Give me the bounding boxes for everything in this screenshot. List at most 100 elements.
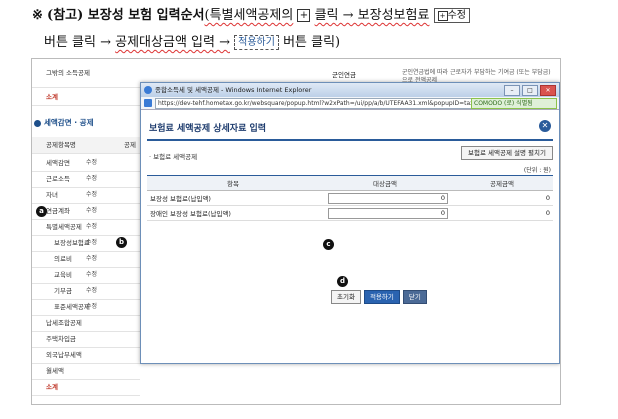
edit-button[interactable]: 수정 bbox=[86, 171, 97, 187]
col-header-2: 공제 bbox=[124, 141, 136, 149]
target-amount-input[interactable]: 0 bbox=[328, 192, 448, 204]
bg-row-label: 기부금 bbox=[54, 287, 72, 295]
bg-row-other-deduction: 그밖의 소득공제 bbox=[32, 67, 140, 88]
edit-button[interactable]: 수정 bbox=[86, 267, 97, 283]
instruction-text-1a: (특별세액공제의 bbox=[204, 8, 294, 23]
table-row: 특별세액공제 수정 bbox=[32, 219, 140, 236]
target-cell: 0 bbox=[319, 205, 451, 221]
bg-row-label: 교육비 bbox=[54, 271, 72, 279]
target-cell: 0 bbox=[319, 190, 451, 206]
edit-button[interactable]: 수정 bbox=[86, 251, 97, 267]
plus-small-icon: + bbox=[437, 10, 448, 21]
unit-label: (단위 : 원) bbox=[523, 167, 551, 174]
instruction-text-2b: 공제대상금액 입력 → bbox=[115, 35, 230, 50]
address-bar: https://dev-tehf.hometax.go.kr/websquare… bbox=[141, 97, 559, 110]
table-row: 장애인 보장성 보험료(납입액) 0 0 bbox=[147, 205, 553, 221]
edit-button[interactable]: 수정 bbox=[86, 299, 97, 315]
bg-row-label: 주택차입금 bbox=[46, 335, 76, 343]
bg-row-label: 그밖의 소득공제 bbox=[46, 69, 90, 77]
subtotal-label: 소계 bbox=[46, 93, 58, 101]
title-divider bbox=[147, 139, 553, 141]
background-sidebar: 그밖의 소득공제 소계 세액감면 · 공제 공제항목명 공제 세액감면 수정 근로소… bbox=[32, 59, 140, 404]
instruction-text-2c: 버튼 클릭) bbox=[283, 35, 341, 50]
bg-row-label: 특별세액공제 bbox=[46, 223, 82, 231]
certificate-badge[interactable]: COMODO (로) 식별됨 bbox=[471, 98, 557, 109]
table-row: 월세액 bbox=[32, 363, 140, 380]
edit-button[interactable]: 수정 bbox=[86, 283, 97, 299]
instruction-text-2a: 버튼 클릭 → bbox=[44, 35, 111, 50]
instruction-text-1b: 클릭 → 보장성보험료 bbox=[314, 8, 430, 23]
header-item: 항목 bbox=[147, 175, 319, 191]
edit-button[interactable]: 수정 bbox=[86, 219, 97, 235]
bg-row-label: 근로소득 bbox=[46, 175, 70, 183]
subsection-title: · 보험료 세액공제 bbox=[149, 153, 198, 161]
instruction-line-2: 버튼 클릭 → 공제대상금액 입력 → 적용하기 버튼 클릭) bbox=[44, 31, 340, 50]
marker-b: b bbox=[116, 237, 127, 248]
bg-row-label: 연금계좌 bbox=[46, 207, 70, 215]
target-amount-input[interactable]: 0 bbox=[328, 207, 448, 219]
table-row: 연금계좌 수정 bbox=[32, 203, 140, 220]
header-target: 대상금액 bbox=[319, 175, 451, 191]
bg-row-label: 표준세액공제 bbox=[54, 303, 90, 311]
bg-header-row: 공제항목명 공제 bbox=[32, 137, 140, 154]
edit-button-sample: + 수정 bbox=[433, 8, 470, 23]
marker-c: c bbox=[323, 239, 334, 250]
apply-button[interactable]: 적용하기 bbox=[363, 290, 400, 304]
table-row: 보장성 보험료(납입액) 0 0 bbox=[147, 190, 553, 206]
window-title: 종합소득세 및 세액공제 - Windows Internet Explorer bbox=[155, 86, 312, 94]
window-controls: – □ ✕ bbox=[504, 85, 556, 96]
bg-row-label: 의료비 bbox=[54, 255, 72, 263]
marker-d: d bbox=[337, 276, 348, 287]
table-row: 교육비 수정 bbox=[32, 267, 140, 284]
deduct-value: 0 bbox=[451, 190, 553, 206]
right-header-label: 군인연금 bbox=[332, 71, 356, 79]
expand-guide-button[interactable]: 보험료 세액공제 설명 펼치기 bbox=[461, 146, 553, 160]
bullet-icon bbox=[34, 119, 41, 127]
header-deduct: 공제금액 bbox=[451, 175, 553, 191]
bg-row-label: 소계 bbox=[46, 383, 58, 391]
close-button[interactable]: 닫기 bbox=[402, 290, 427, 304]
table-header-row: 항목 대상금액 공제금액 bbox=[147, 175, 553, 191]
maximize-button[interactable]: □ bbox=[522, 85, 538, 96]
edit-button[interactable]: 수정 bbox=[86, 203, 97, 219]
table-row: 기부금 수정 bbox=[32, 283, 140, 300]
popup-title: 보험료 세액공제 상세자료 입력 bbox=[149, 124, 267, 134]
table-row: 외국납부세액 bbox=[32, 347, 140, 364]
popup-window: 종합소득세 및 세액공제 - Windows Internet Explorer… bbox=[140, 82, 560, 364]
reset-button[interactable]: 초기화 bbox=[331, 290, 361, 304]
close-icon[interactable]: ✕ bbox=[539, 120, 551, 132]
page-icon bbox=[144, 99, 152, 107]
window-titlebar: 종합소득세 및 세액공제 - Windows Internet Explorer… bbox=[141, 83, 559, 97]
row-item: 보장성 보험료(납입액) bbox=[147, 190, 319, 206]
minimize-button[interactable]: – bbox=[504, 85, 520, 96]
deduction-table: 항목 대상금액 공제금액 보장성 보험료(납입액) 0 0 장애인 보장성 보험… bbox=[147, 175, 553, 221]
close-window-button[interactable]: ✕ bbox=[540, 85, 556, 96]
bg-row-label: 외국납부세액 bbox=[46, 351, 82, 359]
row-item: 장애인 보장성 보험료(납입액) bbox=[147, 205, 319, 221]
table-row: 의료비 수정 bbox=[32, 251, 140, 268]
action-buttons: 초기화 적용하기 닫기 bbox=[331, 290, 427, 304]
table-row: 근로소득 수정 bbox=[32, 171, 140, 188]
edit-button[interactable]: 수정 bbox=[86, 155, 97, 171]
col-header-1: 공제항목명 bbox=[46, 141, 76, 149]
instruction-line-1: ※ (참고) 보장성 보험 입력순서(특별세액공제의 + 클릭 → 보장성보험료… bbox=[32, 4, 470, 23]
table-row: 소계 bbox=[32, 379, 140, 396]
bg-row-label: 납세조합공제 bbox=[46, 319, 82, 327]
edit-button[interactable]: 수정 bbox=[86, 235, 97, 251]
bg-row-label: 세액감면 bbox=[46, 159, 70, 167]
bg-row-label: 보장성보험료 bbox=[54, 239, 90, 247]
edit-button[interactable]: 수정 bbox=[86, 187, 97, 203]
deduct-value: 0 bbox=[451, 205, 553, 221]
section-title: 세액감면 · 공제 bbox=[34, 117, 93, 128]
embedded-screenshot: 그밖의 소득공제 소계 세액감면 · 공제 공제항목명 공제 세액감면 수정 근로소… bbox=[31, 58, 561, 405]
bg-row-subtotal: 소계 bbox=[32, 89, 140, 106]
table-row: 납세조합공제 bbox=[32, 315, 140, 332]
table-row: 자녀 수정 bbox=[32, 187, 140, 204]
reference-mark: ※ bbox=[32, 8, 43, 23]
table-row: 표준세액공제 수정 bbox=[32, 299, 140, 316]
instruction-heading: (참고) 보장성 보험 입력순서 bbox=[47, 8, 205, 23]
bg-row-label: 월세액 bbox=[46, 367, 64, 375]
url-field[interactable]: https://dev-tehf.hometax.go.kr/websquare… bbox=[155, 98, 473, 109]
table-row: 세액감면 수정 bbox=[32, 155, 140, 172]
apply-button-sample: 적용하기 bbox=[234, 35, 279, 50]
